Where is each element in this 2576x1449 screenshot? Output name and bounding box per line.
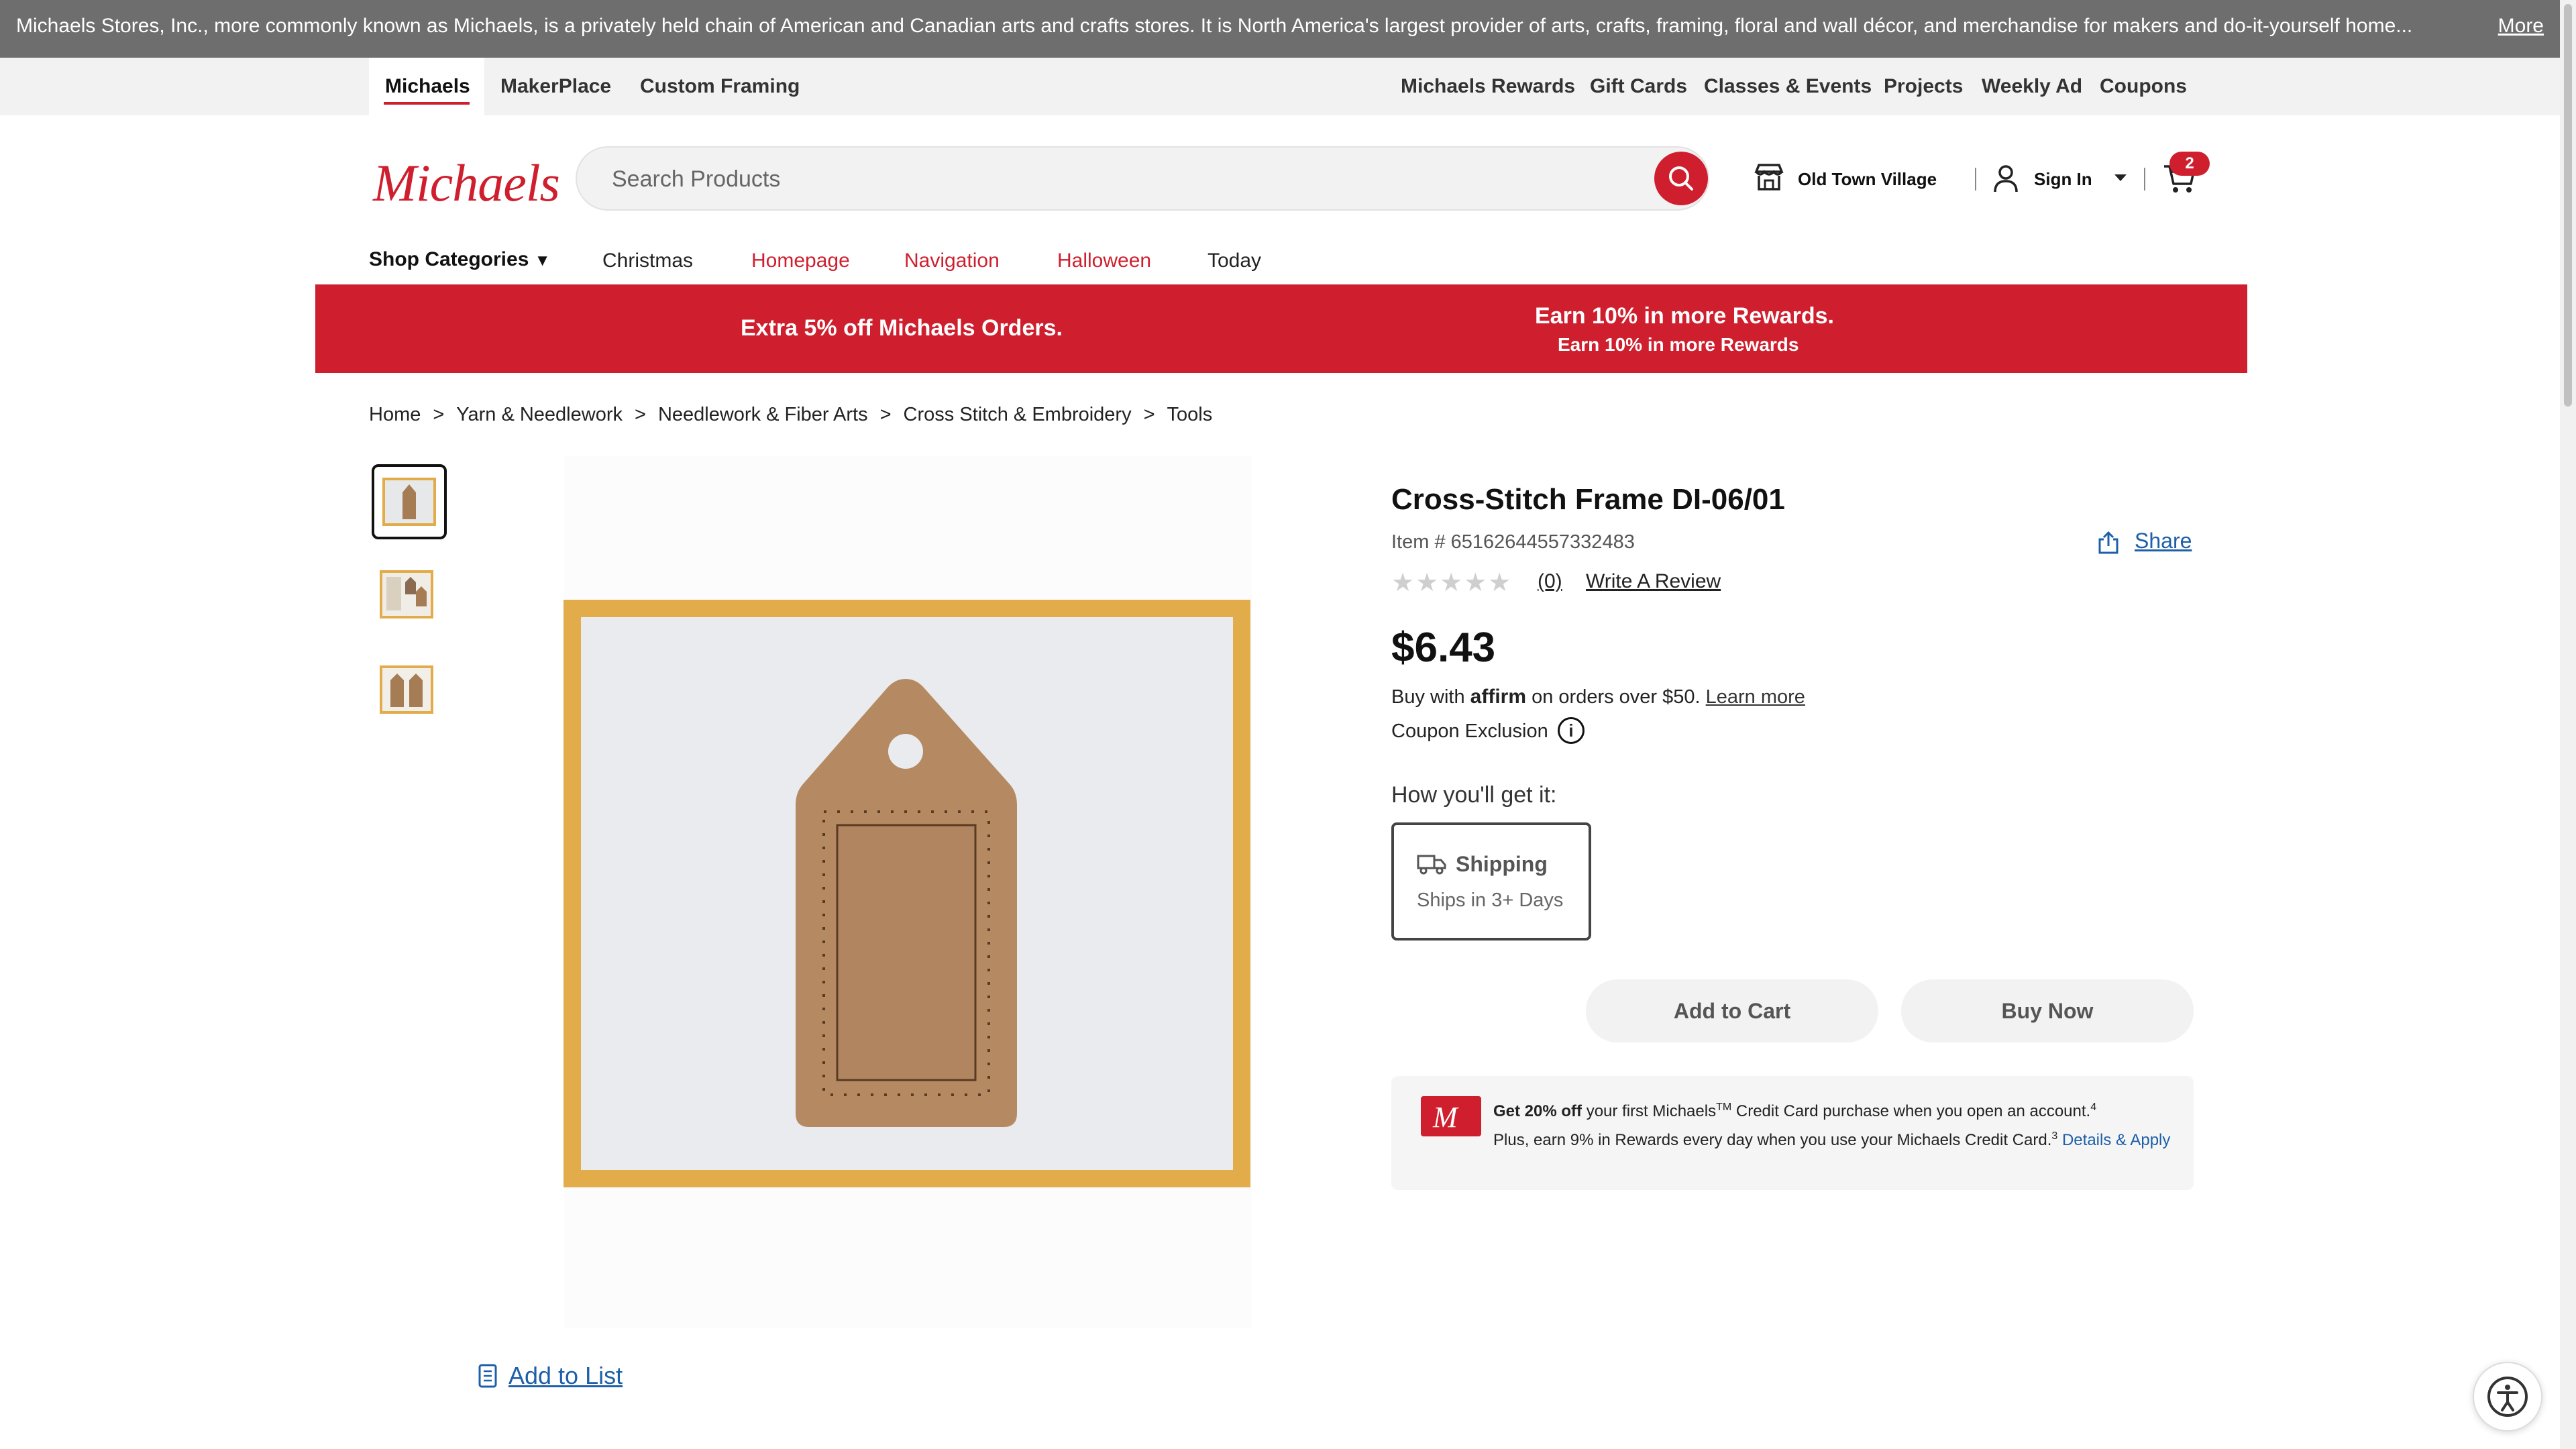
cart-count-badge[interactable]: 2 <box>2169 152 2210 176</box>
header-divider <box>2144 168 2145 191</box>
accessibility-button[interactable] <box>2473 1362 2542 1432</box>
thumbnail-image <box>380 665 433 714</box>
utility-link-gift-cards[interactable]: Gift Cards <box>1590 75 1687 98</box>
store-name[interactable]: Old Town Village <box>1798 169 1937 190</box>
scrollbar-thumb[interactable] <box>2564 4 2572 407</box>
delivery-heading: How you'll get it: <box>1391 782 1557 808</box>
breadcrumb-needlework-fiber-arts[interactable]: Needlework & Fiber Arts <box>658 404 868 425</box>
promo-text-1: your first Michaels <box>1586 1102 1717 1120</box>
cat-link-christmas[interactable]: Christmas <box>602 250 693 272</box>
promo-tm: TM <box>1716 1102 1732 1113</box>
cat-link-today[interactable]: Today <box>1208 250 1261 272</box>
sign-in-link[interactable]: Sign In <box>2034 169 2092 190</box>
search-bar[interactable] <box>576 146 1709 211</box>
product-thumbnail-1[interactable] <box>372 464 447 539</box>
share-link[interactable]: Share <box>2135 529 2192 553</box>
affirm-logo: affirm <box>1470 686 1527 708</box>
thumbnail-image <box>382 478 436 526</box>
coupon-exclusion-label: Coupon Exclusion <box>1391 720 1548 742</box>
shop-categories-menu[interactable]: Shop Categories ▼ <box>369 248 550 271</box>
product-thumbnail-2[interactable] <box>372 559 447 635</box>
list-icon[interactable] <box>478 1363 498 1389</box>
details-apply-link[interactable]: Details & Apply <box>2062 1131 2170 1149</box>
chevron-down-icon[interactable] <box>2113 173 2128 182</box>
user-icon[interactable] <box>1992 164 2019 193</box>
utility-link-rewards[interactable]: Michaels Rewards <box>1401 75 1575 98</box>
utility-link-projects[interactable]: Projects <box>1884 75 1963 98</box>
notice-text: Michaels Stores, Inc., more commonly kno… <box>16 15 2413 37</box>
affirm-suffix: on orders over $50. <box>1532 686 1701 708</box>
utility-link-classes-events[interactable]: Classes & Events <box>1704 75 1872 98</box>
promo-text-3: Plus, earn 9% in Rewards every day when … <box>1493 1131 2052 1149</box>
utility-tab-michaels[interactable]: Michaels <box>369 58 484 115</box>
review-count-link[interactable]: (0) <box>1538 570 1562 593</box>
banner-left-text: Extra 5% off Michaels Orders. <box>741 315 1063 341</box>
utility-link-coupons[interactable]: Coupons <box>2100 75 2187 98</box>
cat-link-navigation[interactable]: Navigation <box>904 250 1000 272</box>
utility-tab-michaels-label: Michaels <box>385 75 470 97</box>
add-to-cart-button[interactable]: Add to Cart <box>1586 979 1878 1042</box>
cat-link-homepage[interactable]: Homepage <box>751 250 850 272</box>
store-icon[interactable] <box>1754 162 1784 192</box>
shipping-title: Shipping <box>1456 852 1548 876</box>
affirm-financing-line: Buy with affirm on orders over $50. Lear… <box>1391 686 1805 708</box>
promo-footnote-3: 3 <box>2051 1130 2058 1142</box>
share-icon[interactable] <box>2097 530 2120 555</box>
breadcrumb-home[interactable]: Home <box>369 404 421 425</box>
item-number: Item # 65162644557332483 <box>1391 531 1635 553</box>
truck-icon <box>1417 855 1446 875</box>
product-title: Cross-Stitch Frame DI-06/01 <box>1391 483 1785 516</box>
promo-text-2: Credit Card purchase when you open an ac… <box>1735 1102 2091 1120</box>
accessibility-icon <box>2487 1377 2528 1417</box>
product-price: $6.43 <box>1391 625 1496 671</box>
promo-banner[interactable]: Extra 5% off Michaels Orders. Earn 10% i… <box>315 284 2247 373</box>
shipping-option-card[interactable]: Shipping Ships in 3+ Days <box>1391 822 1591 941</box>
breadcrumb: Home > Yarn & Needlework > Needlework & Fibe… <box>369 404 1212 426</box>
product-thumbnail-3[interactable] <box>372 655 447 730</box>
rating-stars: ★★★★★ <box>1391 569 1513 597</box>
breadcrumb-tools[interactable]: Tools <box>1167 404 1213 425</box>
promo-bold: Get 20% off <box>1493 1102 1582 1120</box>
breadcrumb-separator: > <box>433 404 445 425</box>
notice-more-link[interactable]: More <box>2498 15 2544 38</box>
breadcrumb-separator: > <box>879 404 892 425</box>
credit-card-image: M <box>1421 1096 1481 1136</box>
info-icon[interactable]: i <box>1558 717 1585 744</box>
caret-down-icon: ▼ <box>534 252 551 270</box>
promo-footnote-4: 4 <box>2090 1102 2097 1113</box>
active-tab-underline <box>384 102 470 105</box>
header-divider <box>1975 168 1976 191</box>
breadcrumb-cross-stitch-embroidery[interactable]: Cross Stitch & Embroidery <box>904 404 1132 425</box>
banner-right-title: Earn 10% in more Rewards. <box>1535 303 1834 329</box>
breadcrumb-yarn-needlework[interactable]: Yarn & Needlework <box>456 404 623 425</box>
shop-categories-label: Shop Categories <box>369 248 529 270</box>
breadcrumb-separator: > <box>635 404 646 425</box>
affirm-learn-more-link[interactable]: Learn more <box>1706 686 1805 708</box>
main-product-image <box>581 617 1233 1170</box>
credit-card-promo-text: Get 20% off your first MichaelsTM Credit… <box>1493 1095 2178 1152</box>
affirm-prefix: Buy with <box>1391 686 1465 708</box>
shipping-subtitle: Ships in 3+ Days <box>1417 890 1564 911</box>
thumbnail-image <box>380 570 433 619</box>
banner-right-subtitle: Earn 10% in more Rewards <box>1558 334 1799 355</box>
utility-tab-makerplace[interactable]: MakerPlace <box>500 75 611 98</box>
site-notice-bar: Michaels Stores, Inc., more commonly kno… <box>0 0 2560 58</box>
search-button[interactable] <box>1654 152 1708 205</box>
write-review-link[interactable]: Write A Review <box>1586 570 1721 593</box>
search-icon <box>1669 166 1693 191</box>
search-input[interactable] <box>610 162 1552 196</box>
michaels-logo[interactable]: Michaels <box>373 153 560 213</box>
page-scrollbar[interactable] <box>2560 0 2576 1449</box>
buy-now-button[interactable]: Buy Now <box>1901 979 2194 1042</box>
cross-stitch-frame-illustration <box>796 679 1017 1127</box>
utility-link-weekly-ad[interactable]: Weekly Ad <box>1982 75 2082 98</box>
utility-tab-custom-framing[interactable]: Custom Framing <box>640 75 800 98</box>
cat-link-halloween[interactable]: Halloween <box>1057 250 1151 272</box>
breadcrumb-separator: > <box>1143 404 1155 425</box>
add-to-list-link[interactable]: Add to List <box>508 1362 623 1390</box>
